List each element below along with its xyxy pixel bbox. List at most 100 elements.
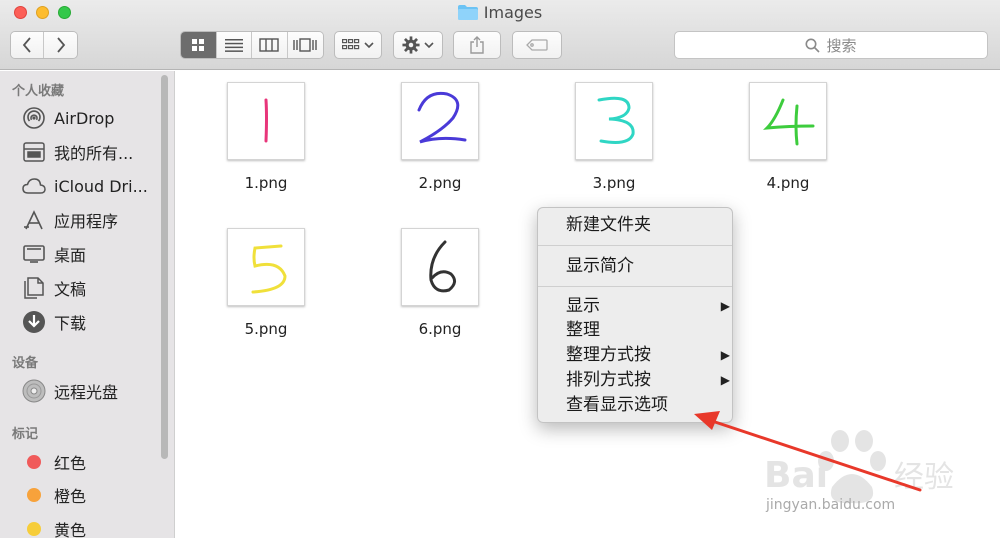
submenu-arrow-icon: ▶ [720, 348, 730, 362]
annotation-arrow-icon [694, 411, 922, 492]
file-name: 4.png [766, 174, 810, 192]
downloads-icon [22, 310, 46, 334]
chevron-down-icon [424, 42, 434, 49]
arrange-grid-icon [342, 39, 360, 50]
list-view-button[interactable] [216, 32, 252, 58]
column-view-button[interactable] [252, 32, 288, 58]
menu-item-clean-up-by[interactable]: 整理方式按 ▶ [566, 343, 730, 367]
sidebar-item-downloads[interactable]: 下载 [22, 309, 86, 335]
view-mode-group [180, 31, 324, 59]
file-item[interactable]: 2.png [380, 82, 500, 192]
sidebar: 个人收藏 AirDrop 我的所有... iCloud Dri... 应用程序 … [0, 71, 175, 538]
file-item[interactable]: 3.png [554, 82, 674, 192]
search-icon [805, 38, 821, 53]
back-forward-group [10, 31, 78, 59]
sidebar-scrollbar[interactable] [161, 75, 168, 459]
sidebar-item-icloud-drive[interactable]: iCloud Dri... [22, 173, 148, 199]
sidebar-item-tag-yellow[interactable]: 黄色 [22, 516, 86, 538]
search-placeholder: 搜索 [826, 36, 857, 55]
share-button[interactable] [453, 31, 501, 59]
folder-icon [457, 5, 478, 20]
back-button[interactable] [11, 32, 45, 58]
file-item[interactable]: 4.png [728, 82, 848, 192]
digit-1-image [264, 98, 268, 143]
file-thumbnail [227, 82, 305, 160]
gear-icon [402, 36, 420, 54]
sidebar-item-label: 桌面 [54, 246, 87, 265]
sidebar-item-desktop[interactable]: 桌面 [22, 241, 86, 267]
applications-icon [22, 208, 46, 232]
menu-item-show-view-options[interactable]: 查看显示选项 [566, 393, 668, 417]
cover-flow-icon [293, 38, 317, 52]
menu-item-label: 排列方式按 [566, 370, 651, 390]
sidebar-section-favorites: 个人收藏 [12, 84, 65, 99]
file-name: 3.png [592, 174, 636, 192]
cloud-icon [22, 174, 46, 198]
search-field[interactable]: 搜索 [674, 31, 988, 59]
menu-item-clean-up[interactable]: 整理 [566, 318, 600, 342]
digit-4-image [763, 98, 815, 146]
sidebar-item-label: 红色 [54, 454, 87, 473]
digit-6-image [429, 240, 456, 293]
file-thumbnail [401, 228, 479, 306]
sidebar-item-applications[interactable]: 应用程序 [22, 207, 118, 233]
desktop-icon [22, 242, 46, 266]
digit-2-image [417, 91, 467, 144]
forward-button[interactable] [44, 32, 77, 58]
file-thumbnail [227, 228, 305, 306]
airdrop-icon [22, 106, 46, 130]
sidebar-section-tags: 标记 [12, 427, 39, 442]
action-button[interactable] [393, 31, 443, 59]
file-item[interactable]: 6.png [380, 228, 500, 338]
window-title-text: Images [483, 3, 543, 22]
file-thumbnail [575, 82, 653, 160]
file-name: 1.png [244, 174, 288, 192]
sidebar-item-airdrop[interactable]: AirDrop [22, 105, 114, 131]
menu-separator [538, 245, 732, 246]
sidebar-item-label: 我的所有... [54, 144, 134, 163]
menu-separator [538, 286, 732, 287]
menu-item-show[interactable]: 显示 ▶ [566, 294, 730, 318]
cover-flow-button[interactable] [287, 32, 323, 58]
menu-item-sort-by[interactable]: 排列方式按 ▶ [566, 368, 730, 392]
file-thumbnail [749, 82, 827, 160]
chevron-right-icon [56, 37, 65, 53]
sidebar-item-label: AirDrop [54, 108, 115, 128]
sidebar-item-all-files[interactable]: 我的所有... [22, 139, 133, 165]
tag-icon [526, 39, 548, 51]
disc-icon [22, 379, 46, 403]
arrange-button[interactable] [334, 31, 382, 59]
sidebar-item-label: 文稿 [54, 280, 87, 299]
sidebar-item-documents[interactable]: 文稿 [22, 275, 86, 301]
file-item[interactable]: 1.png [206, 82, 326, 192]
menu-item-get-info[interactable]: 显示简介 [566, 254, 634, 278]
file-name: 6.png [418, 320, 462, 338]
yellow-tag-dot-icon [27, 522, 41, 536]
chevron-left-icon [22, 37, 31, 53]
sidebar-item-label: 黄色 [54, 521, 87, 538]
file-item[interactable]: 5.png [206, 228, 326, 338]
sidebar-section-devices: 设备 [12, 356, 39, 371]
window-toolbar: Images 搜索 [0, 0, 1000, 70]
sidebar-item-tag-orange[interactable]: 橙色 [22, 482, 86, 508]
sidebar-item-tag-red[interactable]: 红色 [22, 449, 86, 475]
sidebar-item-label: 远程光盘 [54, 383, 119, 402]
all-files-icon [22, 140, 46, 164]
chevron-down-icon [364, 42, 374, 49]
tags-button[interactable] [512, 31, 562, 59]
share-icon [470, 36, 484, 54]
file-thumbnail [401, 82, 479, 160]
sidebar-item-label: 橙色 [54, 487, 87, 506]
menu-item-new-folder[interactable]: 新建文件夹 [566, 213, 651, 237]
documents-icon [22, 276, 46, 300]
sidebar-item-label: iCloud Dri... [54, 176, 148, 196]
list-icon [224, 38, 243, 52]
sidebar-item-label: 下载 [54, 314, 87, 333]
orange-tag-dot-icon [27, 488, 41, 502]
digit-3-image [597, 96, 635, 144]
menu-item-label: 整理方式按 [566, 345, 651, 365]
file-name: 2.png [418, 174, 462, 192]
submenu-arrow-icon: ▶ [720, 373, 730, 387]
icon-view-button[interactable] [181, 32, 217, 58]
sidebar-item-remote-disc[interactable]: 远程光盘 [22, 378, 118, 404]
